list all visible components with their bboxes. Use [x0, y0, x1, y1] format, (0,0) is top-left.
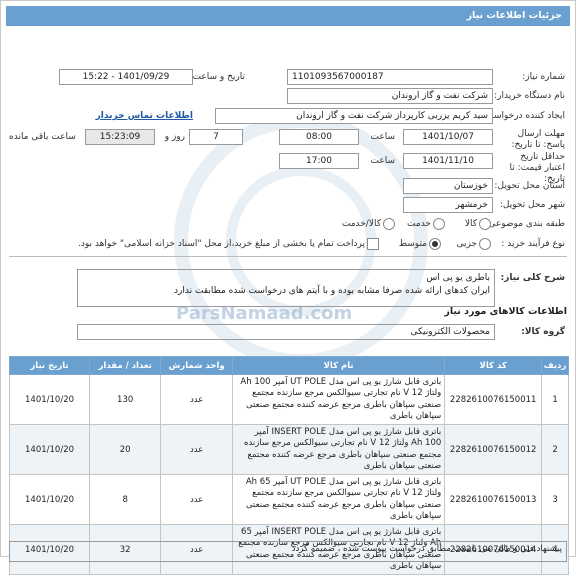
need-number-label: شماره نیاز: [522, 72, 565, 82]
row-qty: 8 [89, 474, 162, 525]
creator-field: سید کریم یزربی کارپرداز شرکت نفت و گاز ا… [215, 108, 493, 124]
deadline-time-label: ساعت [370, 132, 396, 142]
divider [9, 256, 567, 257]
category-label: طبقه بندی موضوعی: [485, 219, 565, 229]
col-header-code: کد کالا [444, 356, 543, 375]
row-code: 2282610076150012 [444, 424, 543, 475]
treasury-payment-note: پرداخت تمام یا بخشی از مبلغ خرید،از محل … [77, 239, 365, 249]
row-date: 1401/10/20 [8, 374, 91, 425]
purchase-type-option-minor: جزیی [456, 239, 477, 249]
row-unit: عدد [160, 474, 233, 525]
col-header-qty: تعداد / مقدار [89, 356, 162, 375]
table-row: 3 2282610076150013 باتری قابل شارژ یو پی… [8, 474, 569, 525]
row-index: 2 [541, 424, 569, 475]
category-option-goods: کالا [464, 219, 477, 229]
row-index: 3 [541, 474, 569, 525]
deadline-date-field: 1401/10/07 [403, 129, 493, 145]
panel-header: جزئیات اطلاعات نیاز [6, 6, 570, 26]
row-index: 1 [541, 374, 569, 425]
row-date: 1401/10/20 [8, 474, 91, 525]
validity-time-field: 17:00 [279, 153, 359, 169]
treasury-payment-checkbox[interactable] [367, 238, 379, 250]
category-option-both: کالا/خدمت [341, 219, 381, 229]
row-code: 2282610076150011 [444, 374, 543, 425]
deadline-time-field: 08:00 [279, 129, 359, 145]
suggestion-text: پیشنهاد فنی و مالی می بایست مطابق درخواس… [9, 541, 567, 562]
remaining-time-field: 15:23:09 [85, 129, 155, 145]
buyer-org-field: شرکت نفت و گاز اروندان [287, 88, 493, 104]
table-header-row: ردیف کد کالا نام کالا واحد شمارش تعداد /… [8, 356, 569, 375]
category-option-service: خدمت [407, 219, 431, 229]
col-header-name: نام کالا [231, 356, 446, 375]
buyer-org-label: نام دستگاه خریدار: [494, 91, 565, 101]
need-details-panel: جزئیات اطلاعات نیاز ParsNamaad.com شماره… [0, 0, 576, 575]
purchase-type-radio-medium[interactable] [429, 238, 441, 250]
category-radio-service[interactable] [433, 218, 445, 230]
description-line-1: باطری یو پی اس [426, 273, 490, 283]
days-label: روز و [164, 132, 185, 142]
city-label: شهر محل تحویل: [499, 200, 565, 210]
col-header-index: ردیف [541, 356, 569, 375]
category-radio-goods[interactable] [479, 218, 491, 230]
announce-date-field: 1401/09/29 - 15:22 [59, 69, 193, 85]
row-date: 1401/10/20 [8, 424, 91, 475]
row-name: باتری قابل شارژ یو پی اس مدل INSERT POLE… [231, 424, 446, 475]
purchase-type-option-medium: متوسط [398, 239, 427, 249]
row-name: باتری قابل شارژ یو پی اس مدل UT POLE آمپ… [231, 374, 446, 425]
goods-section-title: اطلاعات کالاهای مورد نیاز [444, 306, 567, 317]
row-qty: 20 [89, 424, 162, 475]
row-name: باتری قابل شارژ یو پی اس مدل UT POLE آمپ… [231, 474, 446, 525]
province-label: استان محل تحویل: [494, 181, 565, 191]
col-header-date: تاریخ نیاز [8, 356, 91, 375]
goods-group-field: محصولات الکترونیکی [77, 324, 495, 340]
purchase-type-label: نوع فرآیند خرید : [501, 239, 565, 249]
table-row: 2 2282610076150012 باتری قابل شارژ یو پی… [8, 424, 569, 475]
row-unit: عدد [160, 424, 233, 475]
validity-time-label: ساعت [370, 156, 396, 166]
days-remaining-field: 7 [189, 129, 243, 145]
description-line-2: ایران کدهای ارائه شده صرفا مشابه بوده و … [174, 286, 490, 296]
col-header-unit: واحد شمارش [160, 356, 233, 375]
description-label: شرح کلی نیاز: [500, 273, 565, 283]
deadline-label: مهلت ارسال پاسخ: تا تاریخ: [511, 129, 565, 150]
row-code: 2282610076150013 [444, 474, 543, 525]
city-field: خرمشهر [403, 197, 493, 213]
validity-date-field: 1401/11/10 [403, 153, 493, 169]
creator-label: ایجاد کننده درخواست: [482, 111, 565, 121]
row-qty: 130 [89, 374, 162, 425]
description-box: باطری یو پی اس ایران کدهای ارائه شده صرف… [77, 269, 495, 307]
need-number-field: 1101093567000187 [287, 69, 493, 85]
category-radio-both[interactable] [383, 218, 395, 230]
goods-group-label: گروه کالا: [521, 327, 565, 337]
table-row: 1 2282610076150011 باتری قابل شارژ یو پی… [8, 374, 569, 425]
buyer-contact-link[interactable]: اطلاعات تماس خریدار [96, 111, 193, 121]
province-field: خوزستان [403, 178, 493, 194]
row-unit: عدد [160, 374, 233, 425]
remaining-time-label: ساعت باقی مانده [9, 132, 76, 142]
purchase-type-radio-minor[interactable] [479, 238, 491, 250]
